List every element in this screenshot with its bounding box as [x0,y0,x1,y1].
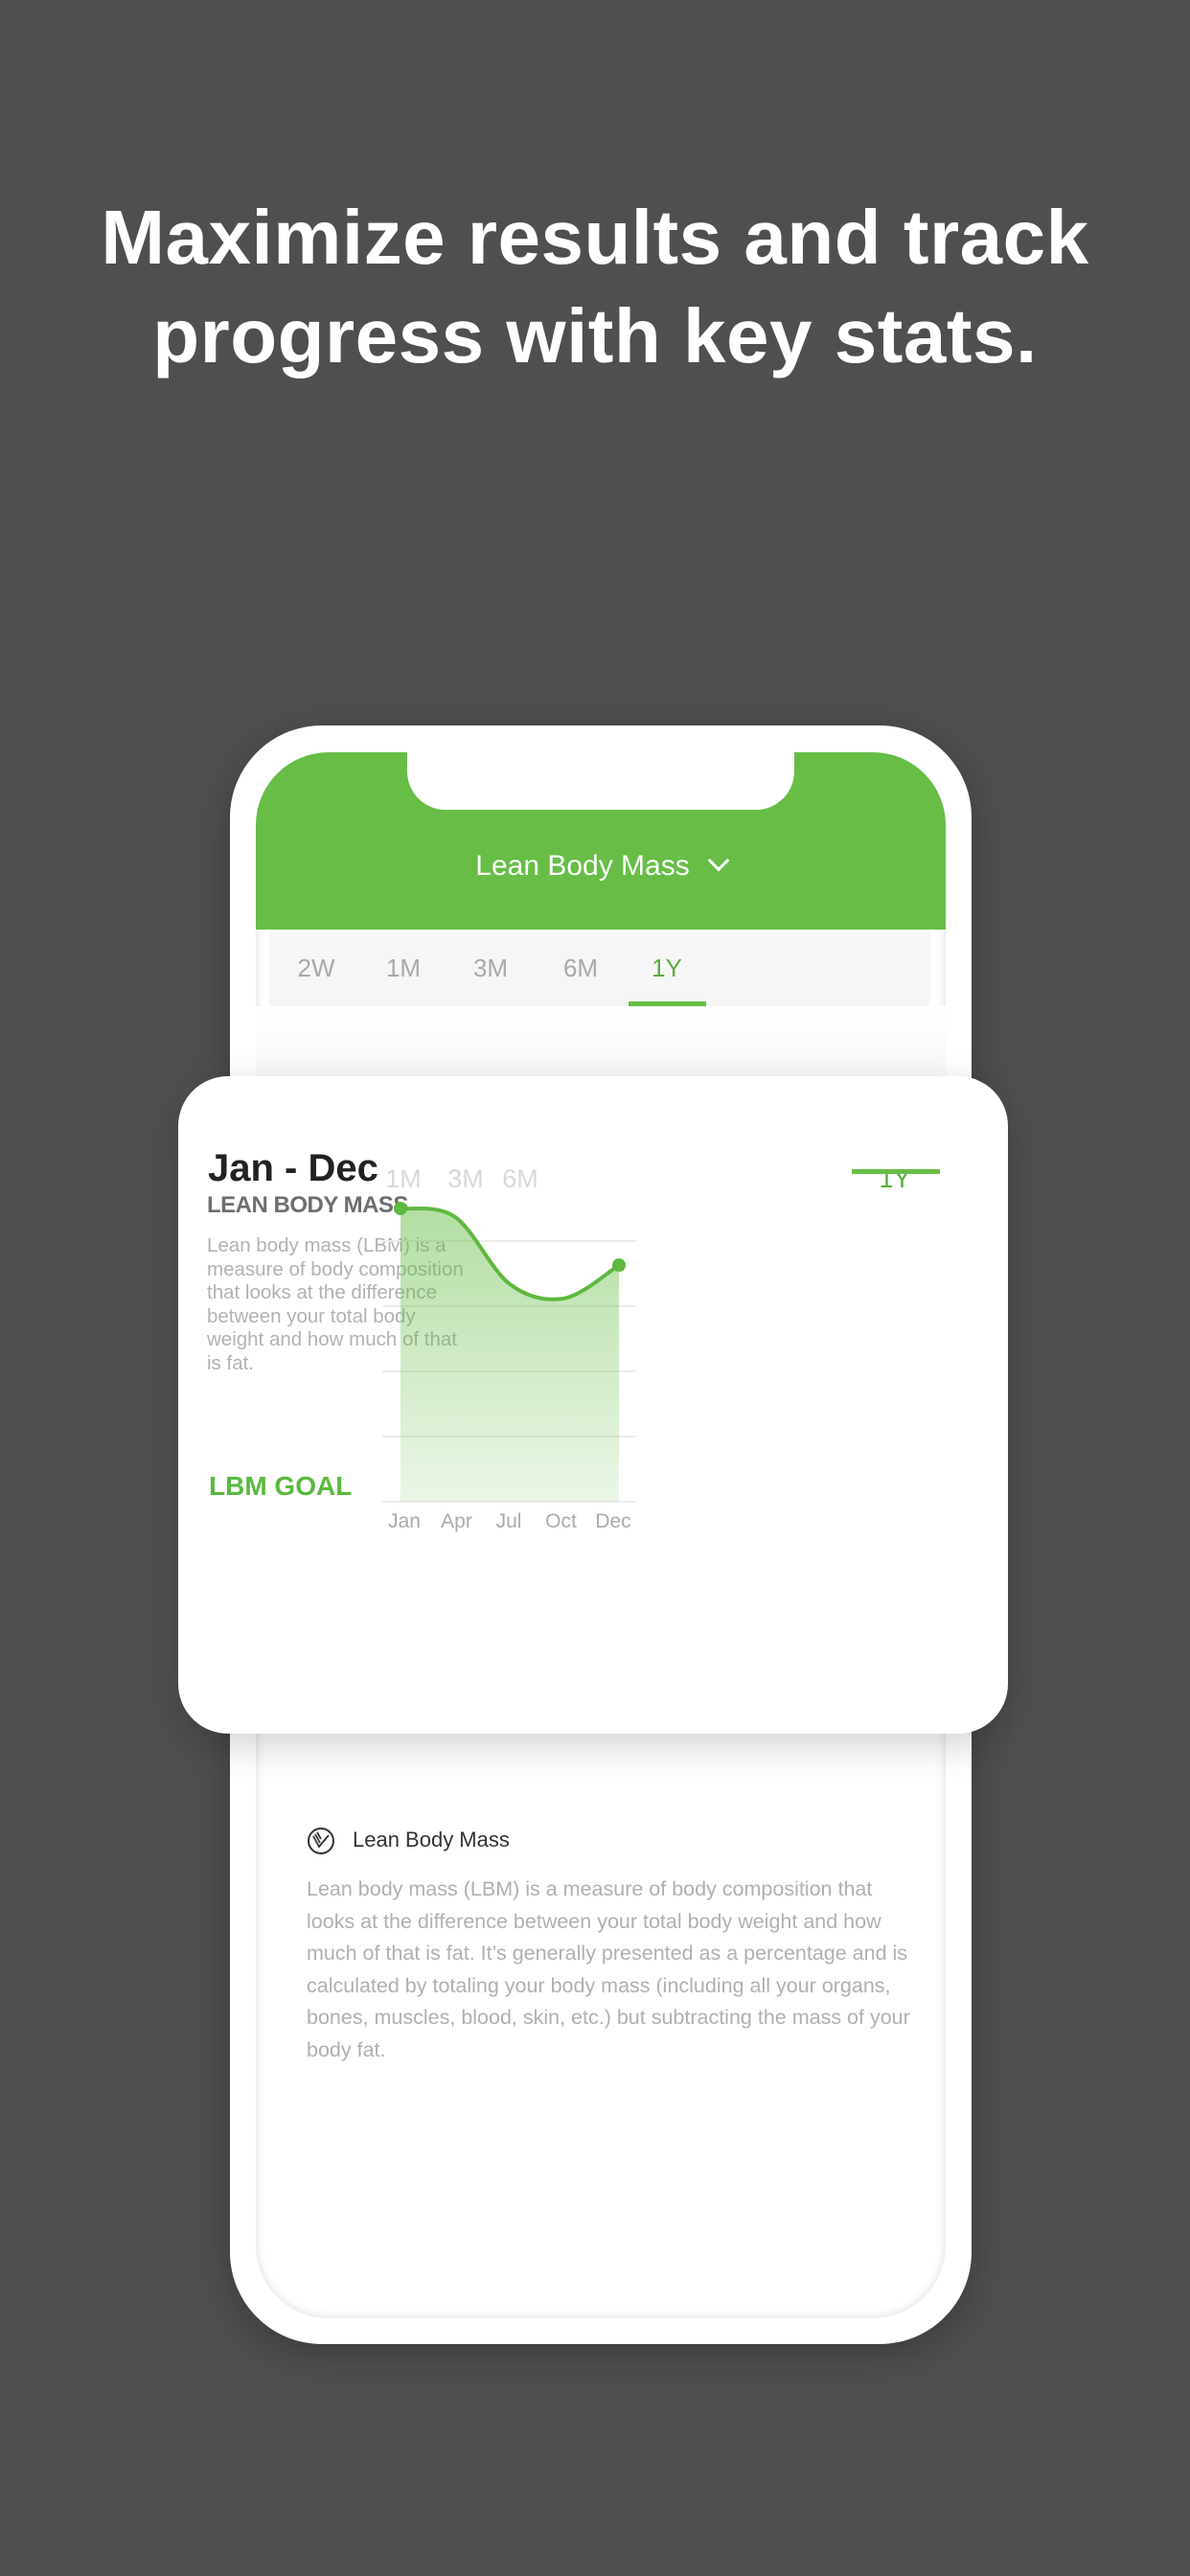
lean-body-mass-icon [308,1828,334,1854]
chevron-down-icon [707,849,730,872]
period-tabs: 2W 1M 3M 6M 1Y [269,932,930,1006]
x-tick-label: Oct [545,1510,577,1532]
app-header: Lean Body Mass [256,752,946,930]
tab-1m[interactable]: 1M [386,954,421,983]
tab-1y[interactable]: 1Y [652,954,682,983]
x-tick-label: Jul [496,1510,522,1532]
x-tick-label: Apr [441,1510,472,1532]
x-tick-label: Dec [595,1510,630,1532]
metric-dropdown-label: Lean Body Mass [475,850,690,882]
phone-notch [407,752,794,810]
x-tick-label: Jan [388,1510,421,1532]
tab-6m[interactable]: 6M [563,954,598,983]
data-point [612,1258,626,1273]
tab-3m[interactable]: 3M [473,954,508,983]
stats-card: Jan - Dec 1M 3M 6M 1Y LEAN BODY MASS Lea… [178,1076,1008,1734]
chart-area [400,1208,619,1502]
tab-2w[interactable]: 2W [298,954,335,983]
headline: Maximize results and track progress with… [101,195,1089,379]
data-point [394,1202,407,1215]
lbm-chart: Jan Apr Jul Oct Dec [382,1202,636,1532]
info-title: Lean Body Mass [353,1828,510,1852]
metric-dropdown[interactable]: Lean Body Mass [256,849,946,883]
info-text: Lean body mass (LBM) is a measure of bod… [307,1877,910,2061]
